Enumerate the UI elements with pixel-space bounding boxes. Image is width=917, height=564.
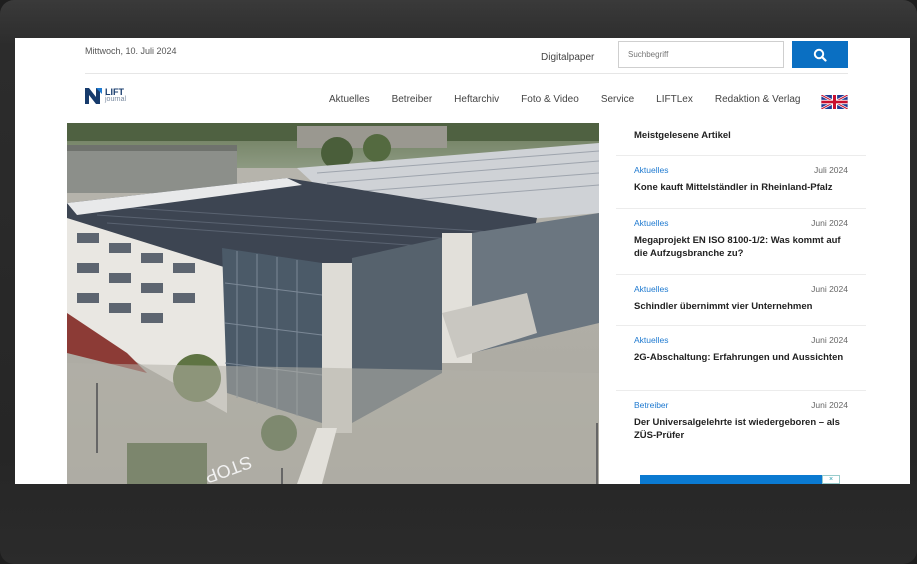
logo-subtitle: journal (105, 96, 127, 103)
article-item[interactable]: Aktuelles Juni 2024 Schindler übernimmt … (616, 274, 866, 325)
sidebar-title: Meistgelesene Artikel (634, 130, 731, 141)
nav-item-aktuelles[interactable]: Aktuelles (329, 94, 370, 105)
article-headline[interactable]: 2G-Abschaltung: Erfahrungen und Aussicht… (634, 351, 849, 364)
ad-close-icon[interactable]: × (822, 475, 840, 484)
nav-item-betreiber[interactable]: Betreiber (392, 94, 433, 105)
nav-item-redaktion-verlag[interactable]: Redaktion & Verlag (715, 94, 801, 105)
article-category[interactable]: Aktuelles (634, 284, 669, 294)
lift-journal-logo-icon (85, 88, 102, 104)
building-photo: STOP (67, 123, 599, 484)
web-page: Mittwoch, 10. Juli 2024 Digitalpaper LIF… (67, 38, 866, 484)
article-category[interactable]: Aktuelles (634, 335, 669, 345)
article-item[interactable]: Aktuelles Juni 2024 Megaprojekt EN ISO 8… (616, 208, 866, 274)
article-item[interactable]: Betreiber Juni 2024 Der Universalgelehrt… (616, 390, 866, 460)
most-read-sidebar: Meistgelesene Artikel Aktuelles Juli 202… (599, 123, 866, 484)
advertisement-banner[interactable] (640, 475, 840, 484)
article-headline[interactable]: Der Universalgelehrte ist wiedergeboren … (634, 416, 849, 442)
article-item[interactable]: Aktuelles Juli 2024 Kone kauft Mittelstä… (616, 155, 866, 208)
logo-wordmark: LIFT (105, 87, 124, 97)
article-date: Juni 2024 (811, 335, 848, 345)
digitalpaper-link[interactable]: Digitalpaper (541, 52, 594, 63)
main-navigation: Aktuelles Betreiber Heftarchiv Foto & Vi… (329, 94, 822, 105)
article-category[interactable]: Aktuelles (634, 218, 669, 228)
current-date: Mittwoch, 10. Juli 2024 (85, 46, 177, 56)
article-date: Juni 2024 (811, 218, 848, 228)
article-date: Juli 2024 (813, 165, 848, 175)
article-date: Juni 2024 (811, 284, 848, 294)
nav-item-foto-video[interactable]: Foto & Video (521, 94, 579, 105)
hero-image[interactable]: STOP (67, 123, 599, 484)
article-date: Juni 2024 (811, 400, 848, 410)
site-logo[interactable]: LIFT journal (85, 88, 126, 104)
article-headline[interactable]: Megaprojekt EN ISO 8100-1/2: Was kommt a… (634, 234, 849, 260)
article-headline[interactable]: Schindler übernimmt vier Unternehmen (634, 300, 849, 313)
top-bar: Mittwoch, 10. Juli 2024 Digitalpaper (67, 38, 865, 72)
nav-item-heftarchiv[interactable]: Heftarchiv (454, 94, 499, 105)
search-input[interactable] (618, 41, 784, 68)
nav-item-liftlex[interactable]: LIFTLex (656, 94, 693, 105)
search-icon (813, 48, 827, 62)
header-divider (85, 73, 848, 74)
article-headline[interactable]: Kone kauft Mittelständler in Rheinland-P… (634, 181, 849, 194)
nav-item-service[interactable]: Service (601, 94, 634, 105)
article-category[interactable]: Aktuelles (634, 165, 669, 175)
search-button[interactable] (792, 41, 848, 68)
article-item[interactable]: Aktuelles Juni 2024 2G-Abschaltung: Erfa… (616, 325, 866, 390)
browser-viewport: Mittwoch, 10. Juli 2024 Digitalpaper LIF… (15, 38, 910, 484)
article-category[interactable]: Betreiber (634, 400, 669, 410)
uk-flag-icon[interactable] (821, 95, 848, 109)
